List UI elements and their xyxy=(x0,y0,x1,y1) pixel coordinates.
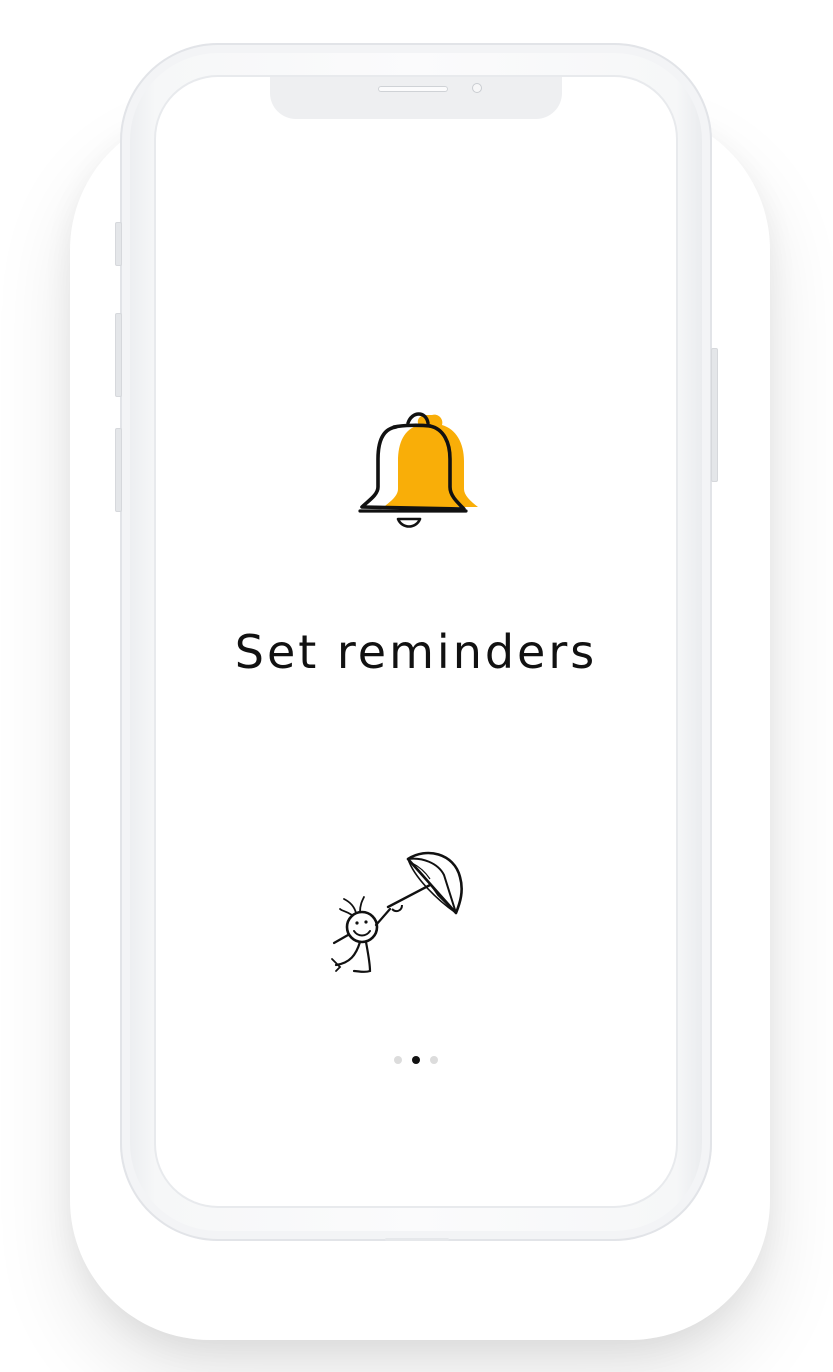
page-dot-3[interactable] xyxy=(430,1056,438,1064)
silent-switch xyxy=(115,222,122,266)
onboarding-title: Set reminders xyxy=(234,625,598,679)
page-indicator[interactable] xyxy=(156,1056,676,1064)
bell-icon xyxy=(358,412,478,528)
volume-down-button xyxy=(115,428,122,512)
page-dot-2-active[interactable] xyxy=(412,1056,420,1064)
bottom-edge-detail xyxy=(385,1238,449,1241)
volume-up-button xyxy=(115,313,122,397)
phone-screen[interactable]: Set reminders xyxy=(156,77,676,1206)
front-camera xyxy=(472,83,482,93)
power-button xyxy=(711,348,718,482)
mockup-stage: Set reminders xyxy=(0,0,833,1372)
notch xyxy=(270,77,562,119)
page-dot-1[interactable] xyxy=(394,1056,402,1064)
speaker-grille xyxy=(378,86,448,92)
mascot-umbrella-illustration xyxy=(331,851,463,973)
